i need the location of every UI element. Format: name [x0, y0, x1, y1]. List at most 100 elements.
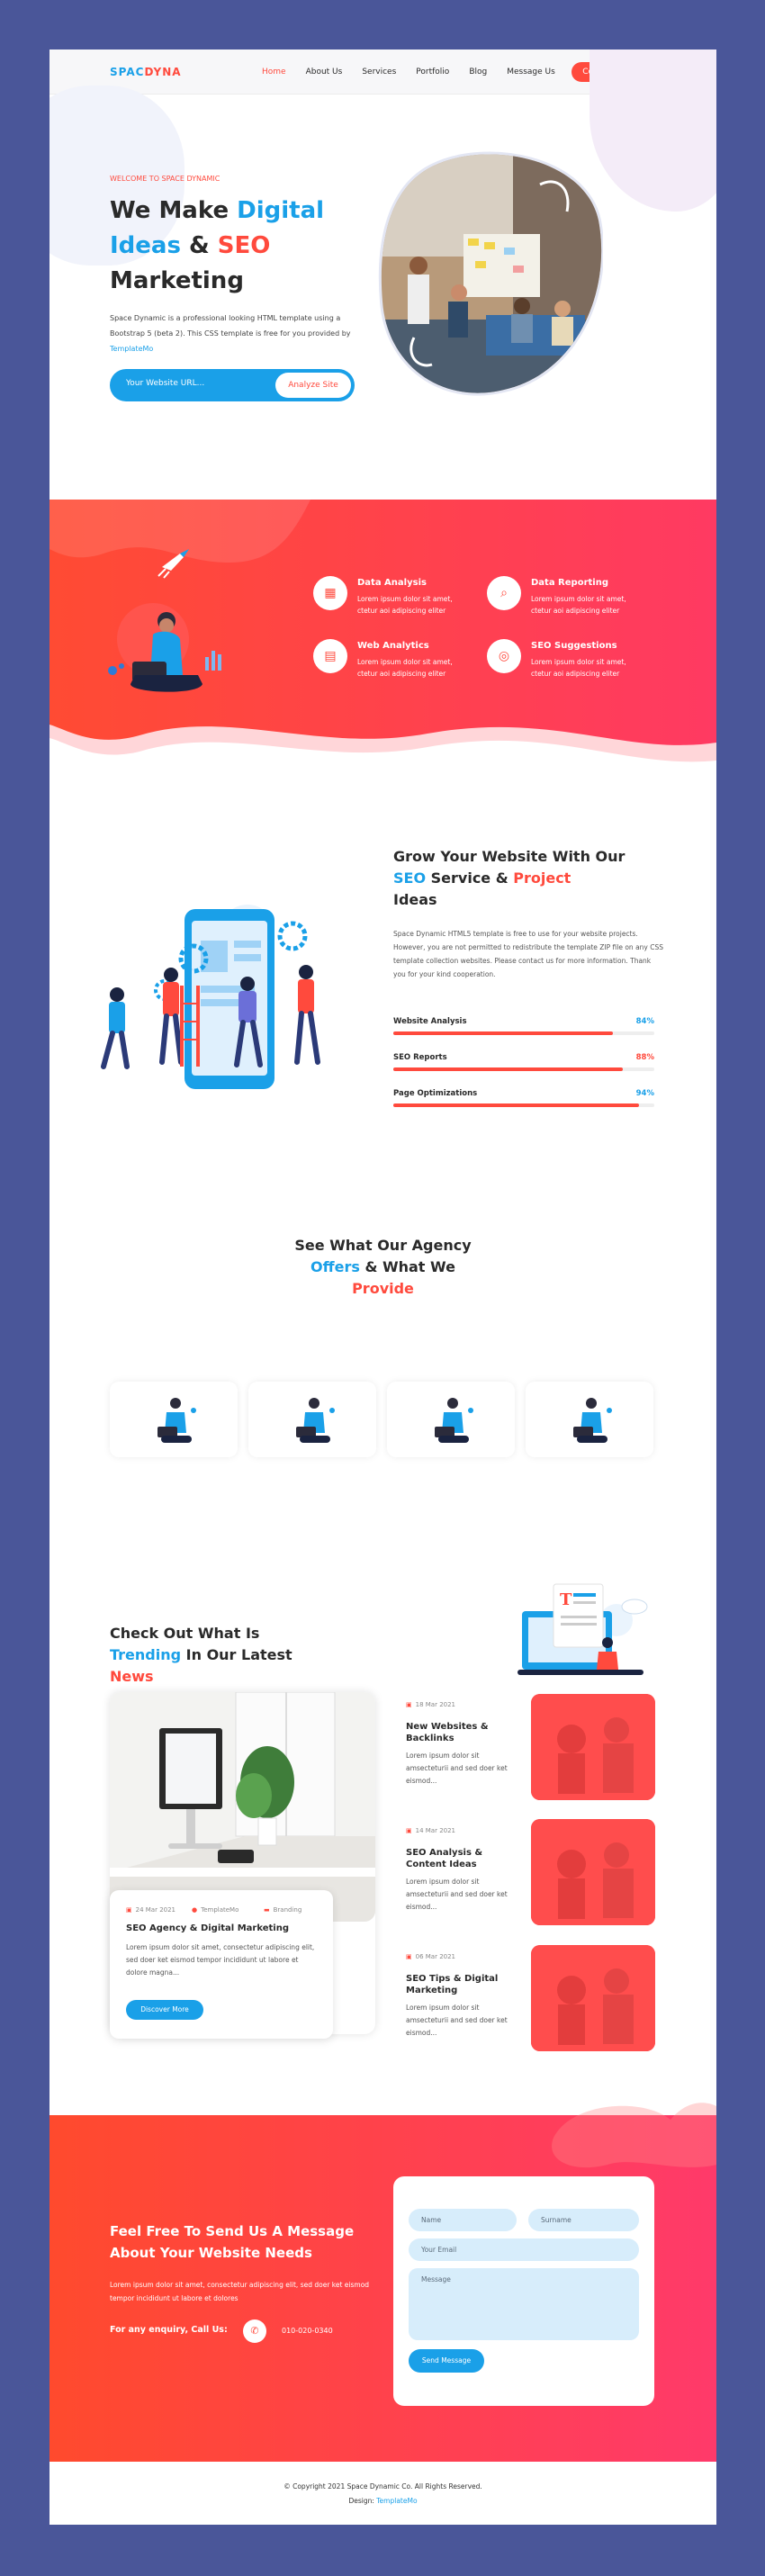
offer-illustration [435, 1398, 473, 1443]
browser-icon: ▤ [313, 639, 347, 673]
feature-title: Web Analytics [357, 641, 429, 651]
features-wave-bg [50, 500, 716, 762]
name-field[interactable]: Name [409, 2209, 517, 2231]
nav-services[interactable]: Services [362, 68, 396, 77]
phone-number[interactable]: 010-020-0340 [282, 2327, 333, 2335]
feature-desc: Lorem ipsum dolor sit amet, ctetur aoi a… [531, 658, 626, 678]
news-thumbnail [531, 1819, 655, 1925]
page: SPACDYNA Home About Us Services Portfoli… [50, 50, 716, 2525]
nav-message[interactable]: Message Us [507, 68, 555, 77]
progress-value: 94% [635, 1089, 654, 1098]
offers-title-part: & What We [359, 1258, 455, 1275]
feature-title: Data Analysis [357, 578, 427, 588]
featured-news-category[interactable]: ▬ Branding [264, 1906, 302, 1914]
calendar-icon: ▣ [406, 1953, 412, 1960]
news-date: 06 Mar 2021 [415, 1953, 456, 1960]
design-link[interactable]: TemplateMo [376, 2497, 417, 2505]
nav-blog[interactable]: Blog [469, 68, 487, 77]
featured-news-author[interactable]: ● TemplateMo [192, 1906, 238, 1914]
hero-blob-right [590, 50, 716, 212]
templatemo-link[interactable]: TemplateMo [110, 345, 153, 353]
email-field[interactable]: Your Email [409, 2238, 639, 2261]
offers-title-part: See What Our Agency [294, 1237, 472, 1254]
offers-title: See What Our Agency Offers & What We Provi… [284, 1235, 482, 1300]
news-title-part: In Our Latest [181, 1646, 292, 1663]
contact-title-part: Feel Free To Send Us A Message [110, 2223, 355, 2239]
logo-part-1: SPAC [110, 66, 145, 78]
news-item-title[interactable]: SEO Analysis & Content Ideas [406, 1847, 505, 1870]
progress-track [393, 1031, 654, 1035]
hero-title-part: Ideas [110, 232, 181, 259]
grow-title-part: SEO [393, 869, 427, 887]
design-label: Design: [348, 2497, 377, 2505]
nav-portfolio[interactable]: Portfolio [416, 68, 449, 77]
logo-part-2: DYNA [144, 66, 182, 78]
send-message-button[interactable]: Send Message [409, 2349, 484, 2373]
progress-track [393, 1103, 654, 1107]
news-thumbnail [531, 1694, 655, 1800]
progress-label: Website Analysis [393, 1017, 467, 1026]
discover-more-button[interactable]: Discover More [126, 2000, 203, 2020]
grow-title-part: Project [513, 869, 572, 887]
progress-value: 84% [635, 1017, 654, 1026]
news-title-part: Check Out What Is [110, 1625, 260, 1642]
offer-illustration [573, 1398, 612, 1443]
url-search-form: Your Website URL... Analyze Site [110, 369, 355, 401]
news-title-part: News [110, 1668, 154, 1685]
analyze-site-button[interactable]: Analyze Site [275, 373, 351, 398]
news-item-desc: Lorem ipsum dolor sit amsecteturii and s… [406, 1752, 508, 1785]
calendar-icon: ▣ [406, 1827, 412, 1834]
team-illustration [101, 905, 320, 1089]
contact-title-part: About Your Website Needs [110, 2245, 312, 2261]
hero-title-part: Marketing [110, 267, 244, 294]
news-item-date: ▣ 14 Mar 2021 [406, 1827, 455, 1834]
feature-desc: Lorem ipsum dolor sit amet, ctetur aoi a… [357, 595, 453, 615]
progress-page-optimizations: Page Optimizations 94% [393, 1089, 654, 1107]
news-item-image[interactable] [531, 1945, 655, 2051]
hero-title-part: & [180, 232, 218, 259]
feature-title: Data Reporting [531, 578, 608, 588]
feature-title: SEO Suggestions [531, 641, 617, 651]
news-item-image[interactable] [531, 1694, 655, 1800]
magnifier-icon: ⌕ [487, 576, 521, 610]
folder-icon: ▬ [264, 1906, 270, 1914]
featured-news-date: ▣ 24 Mar 2021 [126, 1906, 176, 1914]
news-author: TemplateMo [201, 1906, 239, 1914]
news-item-date: ▣ 18 Mar 2021 [406, 1701, 455, 1708]
logo[interactable]: SPACDYNA [110, 66, 182, 78]
news-category: Branding [273, 1906, 302, 1914]
nav-about[interactable]: About Us [306, 68, 343, 77]
news-item-desc: Lorem ipsum dolor sit amsecteturii and s… [406, 1878, 508, 1911]
news-item-title[interactable]: New Websites & Backlinks [406, 1721, 505, 1744]
grow-title-part: Service & [426, 869, 514, 887]
grow-description: Space Dynamic HTML5 template is free to … [393, 930, 663, 978]
contact-description: Lorem ipsum dolor sit amet, consectetur … [110, 2281, 370, 2302]
design-credit: Design: TemplateMo [50, 2494, 716, 2508]
contact-blob [552, 2103, 716, 2168]
featured-news-desc: Lorem ipsum dolor sit amet, consectetur … [126, 1943, 315, 1977]
featured-news-title[interactable]: SEO Agency & Digital Marketing [126, 1923, 289, 1933]
progress-fill [393, 1067, 624, 1071]
url-input[interactable]: Your Website URL... [126, 379, 204, 388]
phone-icon[interactable]: ✆ [243, 2319, 266, 2343]
hero-desc-text: Space Dynamic is a professional looking … [110, 314, 351, 338]
seo-icon: ◎ [487, 639, 521, 673]
message-field[interactable]: Message [409, 2268, 639, 2340]
news-item-title[interactable]: SEO Tips & Digital Marketing [406, 1973, 505, 1996]
news-date: 24 Mar 2021 [135, 1906, 176, 1914]
news-item-image[interactable] [531, 1819, 655, 1925]
offer-illustration [296, 1398, 335, 1443]
nav-home[interactable]: Home [262, 68, 286, 77]
calendar-icon: ▣ [126, 1906, 132, 1914]
progress-fill [393, 1103, 639, 1107]
hero-office-photo [378, 151, 603, 396]
copyright: © Copyright 2021 Space Dynamic Co. All R… [284, 2482, 482, 2490]
hero-title-part: We Make [110, 197, 238, 224]
offer-illustration [158, 1398, 196, 1443]
feature-desc: Lorem ipsum dolor sit amet, ctetur aoi a… [357, 658, 453, 678]
hero-description: Space Dynamic is a professional looking … [110, 311, 371, 356]
surname-field[interactable]: Surname [528, 2209, 639, 2231]
grow-title: Grow Your Website With Our SEO Service &… [393, 846, 636, 911]
feature-desc: Lorem ipsum dolor sit amet, ctetur aoi a… [531, 595, 626, 615]
progress-fill [393, 1031, 613, 1035]
